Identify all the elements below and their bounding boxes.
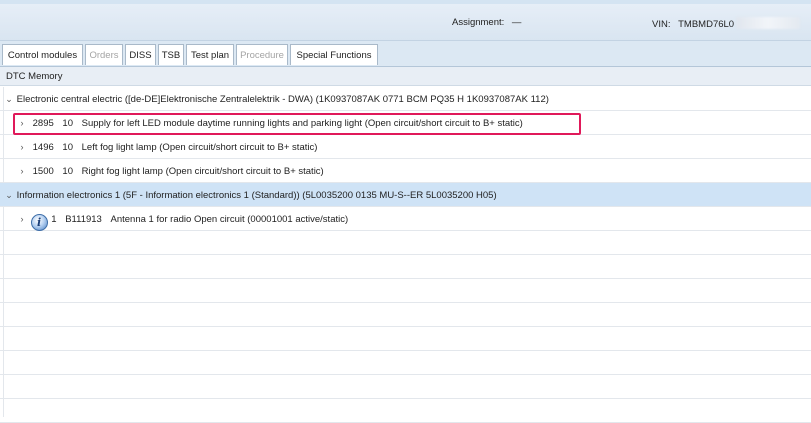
assignment-label: Assignment: (452, 17, 505, 28)
chevron-right-icon[interactable]: › (17, 207, 27, 231)
tab-bar: Control modules Orders DISS TSB Test pla… (0, 41, 811, 67)
tab-control-modules[interactable]: Control modules (2, 44, 83, 65)
dtc-code: 1496 (32, 142, 54, 153)
dtc-count: 1 (51, 214, 57, 225)
header-bar: Assignment: — VIN: TMBMD76L0 (0, 4, 811, 41)
dtc-status: 10 (62, 142, 73, 153)
tab-tsb[interactable]: TSB (158, 44, 184, 65)
dtc-row-1496[interactable]: › 1496 10 Left fog light lamp (Open circ… (0, 135, 811, 159)
empty-row (0, 375, 811, 399)
assignment-value: — (511, 17, 522, 28)
tab-test-plan[interactable]: Test plan (186, 44, 234, 65)
dtc-code: B111913 (65, 214, 102, 225)
dtc-row-1500[interactable]: › 1500 10 Right fog light lamp (Open cir… (0, 159, 811, 183)
vin-redacted (736, 17, 801, 29)
vin-label: VIN: (652, 19, 671, 30)
tab-orders[interactable]: Orders (85, 44, 123, 65)
dtc-status: 10 (62, 166, 73, 177)
dtc-memory-title: DTC Memory (0, 67, 811, 86)
dtc-tree: ⌄ Electronic central electric ([de-DE]El… (0, 87, 811, 423)
dtc-row-b111913[interactable]: › i 1 B111913 Antenna 1 for radio Open c… (0, 207, 811, 231)
empty-row (0, 327, 811, 351)
empty-row (0, 231, 811, 255)
chevron-right-icon[interactable]: › (17, 135, 27, 159)
empty-row (0, 399, 811, 423)
vin-value: TMBMD76L0 (678, 19, 735, 30)
chevron-down-icon[interactable]: ⌄ (4, 87, 14, 111)
dtc-text: Right fog light lamp (Open circuit/short… (81, 166, 324, 177)
module-row-information-electronics-1[interactable]: ⌄ Information electronics 1 (5F - Inform… (0, 183, 811, 207)
chevron-down-icon[interactable]: ⌄ (4, 183, 14, 207)
dtc-status: 10 (62, 118, 73, 129)
tab-special-functions[interactable]: Special Functions (290, 44, 378, 65)
dtc-row-2895[interactable]: › 2895 10 Supply for left LED module day… (0, 111, 811, 135)
dtc-text: Antenna 1 for radio Open circuit (000010… (110, 214, 349, 225)
dtc-code: 1500 (32, 166, 54, 177)
chevron-right-icon[interactable]: › (17, 111, 27, 135)
empty-row (0, 255, 811, 279)
empty-row (0, 303, 811, 327)
module-row-electronic-central-electric[interactable]: ⌄ Electronic central electric ([de-DE]El… (0, 87, 811, 111)
empty-row (0, 279, 811, 303)
tab-diss[interactable]: DISS (125, 44, 156, 65)
module-label: Electronic central electric ([de-DE]Elek… (16, 94, 549, 105)
info-icon: i (30, 214, 48, 231)
assignment-field: Assignment: — (452, 17, 521, 28)
tab-procedure[interactable]: Procedure (236, 44, 288, 65)
empty-row (0, 351, 811, 375)
dtc-text: Supply for left LED module daytime runni… (81, 118, 523, 129)
dtc-code: 2895 (32, 118, 54, 129)
vin-field: VIN: TMBMD76L0 (652, 17, 801, 30)
chevron-right-icon[interactable]: › (17, 159, 27, 183)
module-label: Information electronics 1 (5F - Informat… (16, 190, 497, 201)
dtc-text: Left fog light lamp (Open circuit/short … (81, 142, 318, 153)
